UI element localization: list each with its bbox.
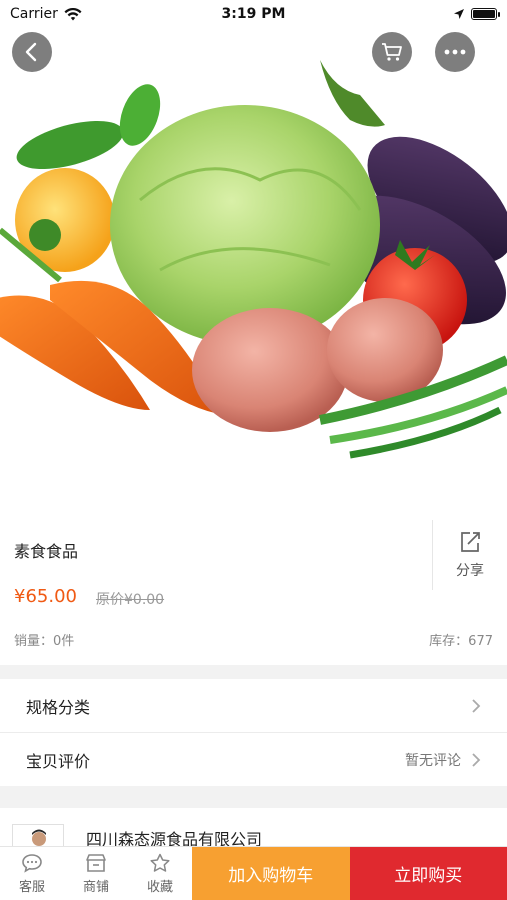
spec-label: 规格分类 <box>26 697 91 717</box>
status-right <box>453 8 500 20</box>
service-tab[interactable]: 客服 <box>0 847 64 900</box>
sales-count: 销量：0件 <box>14 634 75 649</box>
carrier-label: Carrier <box>10 6 58 22</box>
share-button[interactable]: 分享 <box>432 520 507 590</box>
status-bar: Carrier 3:19 PM <box>0 0 507 28</box>
favorite-label: 收藏 <box>146 879 173 895</box>
share-label: 分享 <box>456 563 484 579</box>
product-price: ¥65.00 <box>14 586 77 607</box>
more-icon <box>444 49 466 55</box>
spec-row[interactable]: 规格分类 <box>0 679 507 732</box>
chat-icon <box>22 853 42 873</box>
section-gap <box>0 665 507 679</box>
product-name: 素食食品 <box>14 542 79 561</box>
product-info: 素食食品 分享 ¥65.00 原价¥0.00 销量：0件 库存：677 <box>0 510 507 665</box>
stock-count: 库存：677 <box>429 634 493 649</box>
battery-icon <box>471 8 500 20</box>
bottom-action-bar: 客服 商铺 收藏 加入购物车 立即购买 <box>0 846 507 900</box>
status-left: Carrier <box>10 6 82 22</box>
wifi-icon <box>64 7 82 20</box>
vegetables-illustration <box>0 60 507 459</box>
shop-info[interactable]: 四川森态源食品有限公司 <box>0 808 507 854</box>
location-icon <box>454 9 464 19</box>
add-to-cart-button[interactable]: 加入购物车 <box>192 847 350 900</box>
chevron-right-icon <box>472 698 481 713</box>
cart-icon <box>382 43 402 61</box>
chevron-left-icon <box>25 42 37 62</box>
more-button[interactable] <box>435 32 475 72</box>
store-tab[interactable]: 商铺 <box>64 847 128 900</box>
buy-now-button[interactable]: 立即购买 <box>349 847 507 900</box>
store-icon <box>86 853 106 872</box>
back-button[interactable] <box>12 32 52 72</box>
star-icon <box>150 853 170 872</box>
favorite-tab[interactable]: 收藏 <box>128 847 192 900</box>
section-gap <box>0 786 507 808</box>
product-image[interactable] <box>0 0 507 510</box>
reviews-label: 宝贝评价 <box>26 751 91 771</box>
reviews-row[interactable]: 宝贝评价 暂无评论 <box>0 733 507 786</box>
cart-button[interactable] <box>372 32 412 72</box>
store-label: 商铺 <box>82 879 109 895</box>
share-icon <box>461 532 480 552</box>
chevron-right-icon <box>472 752 481 767</box>
reviews-note: 暂无评论 <box>405 752 461 769</box>
spec-row-right <box>471 698 481 714</box>
reviews-row-right: 暂无评论 <box>405 750 481 770</box>
service-label: 客服 <box>18 879 45 895</box>
original-price: 原价¥0.00 <box>96 592 165 608</box>
